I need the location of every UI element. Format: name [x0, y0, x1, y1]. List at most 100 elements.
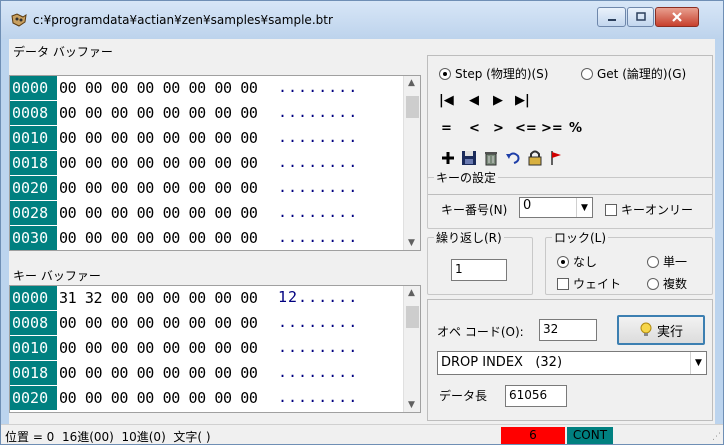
data-buffer-scrollbar[interactable]: ▲ ▼ [403, 76, 420, 250]
lock-none-radio[interactable]: なし [557, 253, 597, 270]
hex-row-address: 0028 [10, 201, 57, 225]
percent-button[interactable]: % [569, 121, 582, 136]
hex-row-ascii[interactable]: ........ [278, 101, 358, 123]
scroll-thumb[interactable] [406, 96, 419, 118]
get-radio[interactable]: Get (論理的)(G) [581, 65, 686, 82]
lock-single-radio[interactable]: 単一 [647, 253, 687, 270]
scroll-down-icon[interactable]: ▼ [408, 400, 415, 410]
undo-icon[interactable] [505, 150, 521, 166]
resize-grip-icon[interactable]: ⋰ [712, 432, 721, 442]
minimize-button[interactable] [597, 7, 626, 27]
hex-row-ascii[interactable]: ........ [278, 201, 358, 223]
equal-button[interactable]: = [441, 121, 452, 136]
hex-row-address: 0010 [10, 336, 57, 360]
hex-row[interactable]: 0000 31 32 00 00 00 00 00 00 12...... [10, 286, 420, 310]
insert-icon[interactable] [441, 151, 455, 165]
lock-wait-label: ウェイト [573, 277, 622, 291]
checkbox-icon [605, 203, 617, 216]
chevron-down-icon[interactable]: ▼ [576, 198, 592, 217]
hex-row[interactable]: 0008 00 00 00 00 00 00 00 00........ [10, 101, 420, 125]
scroll-up-icon[interactable]: ▲ [408, 78, 415, 88]
app-icon [11, 13, 27, 27]
hex-row-ascii[interactable]: ........ [278, 311, 358, 333]
hex-row-ascii[interactable]: ........ [278, 361, 358, 383]
previous-record-button[interactable]: ◀ [469, 93, 479, 108]
key-only-checkbox[interactable]: キーオンリー [605, 201, 693, 218]
scroll-down-icon[interactable]: ▼ [408, 238, 415, 248]
hex-row-ascii[interactable]: ........ [278, 151, 358, 173]
hex-row-ascii[interactable]: ........ [278, 226, 358, 248]
lightbulb-icon [640, 322, 652, 336]
hex-row-bytes[interactable]: 00 00 00 00 00 00 00 00 [59, 126, 258, 150]
hex-row-bytes[interactable]: 00 00 00 00 00 00 00 00 [59, 76, 258, 100]
hex-row-ascii[interactable]: 12...... [278, 286, 358, 308]
key-buffer-hex-view[interactable]: 0000 31 32 00 00 00 00 00 00 12...... 0008 0… [9, 285, 421, 413]
save-icon[interactable] [461, 150, 477, 166]
key-settings-title: キーの設定 [434, 169, 499, 186]
greater-button[interactable]: > [493, 121, 504, 136]
key-number-select[interactable]: 0 ▼ [519, 197, 593, 218]
hex-row[interactable]: 0020 00 00 00 00 00 00 00 00........ [10, 176, 420, 200]
repeat-count-input[interactable]: 1 [451, 259, 507, 281]
hex-row-bytes[interactable]: 00 00 00 00 00 00 00 00 [59, 386, 258, 410]
lock-icon[interactable] [527, 149, 543, 166]
hex-row-bytes[interactable]: 00 00 00 00 00 00 00 00 [59, 101, 258, 125]
hex-row-address: 0018 [10, 361, 57, 385]
hex-row-address: 0010 [10, 126, 57, 150]
less-equal-button[interactable]: <= [515, 121, 537, 136]
key-only-label: キーオンリー [621, 203, 694, 217]
key-number-value: 0 [523, 198, 532, 213]
hex-row-ascii[interactable]: ........ [278, 176, 358, 198]
last-record-button[interactable]: ▶| [515, 93, 530, 108]
hex-row-bytes[interactable]: 00 00 00 00 00 00 00 00 [59, 336, 258, 360]
delete-icon[interactable] [483, 150, 499, 166]
scroll-thumb[interactable] [406, 306, 419, 328]
hex-row-bytes[interactable]: 00 00 00 00 00 00 00 00 [59, 151, 258, 175]
hex-row-bytes[interactable]: 31 32 00 00 00 00 00 00 [59, 286, 258, 310]
hex-row-ascii[interactable]: ........ [278, 126, 358, 148]
operation-select[interactable]: DROP INDEX (32) ▼ [437, 351, 707, 375]
scroll-up-icon[interactable]: ▲ [408, 288, 415, 298]
hex-row[interactable]: 0008 00 00 00 00 00 00 00 00........ [10, 311, 420, 335]
radio-icon [647, 255, 659, 268]
op-code-label: オペ コード(O): [437, 325, 524, 339]
less-button[interactable]: < [469, 121, 480, 136]
maximize-icon [635, 12, 646, 21]
radio-icon [581, 67, 593, 80]
step-radio[interactable]: Step (物理的)(S) [439, 65, 548, 82]
flag-icon[interactable] [549, 150, 563, 166]
hex-row[interactable]: 0018 00 00 00 00 00 00 00 00........ [10, 361, 420, 385]
title-bar[interactable]: c:¥programdata¥actian¥zen¥samples¥sample… [1, 1, 723, 39]
radio-selected-icon [557, 255, 569, 268]
hex-row-ascii[interactable]: ........ [278, 386, 358, 408]
hex-row-bytes[interactable]: 00 00 00 00 00 00 00 00 [59, 311, 258, 335]
hex-row[interactable]: 0018 00 00 00 00 00 00 00 00........ [10, 151, 420, 175]
key-buffer-label: キー バッファー [13, 269, 101, 283]
greater-equal-button[interactable]: >= [541, 121, 563, 136]
hex-row[interactable]: 0030 00 00 00 00 00 00 00 00........ [10, 226, 420, 250]
hex-row[interactable]: 0000 00 00 00 00 00 00 00 00........ [10, 76, 420, 100]
hex-row-ascii[interactable]: ........ [278, 76, 358, 98]
data-length-input[interactable]: 61056 [505, 385, 567, 407]
hex-row-bytes[interactable]: 00 00 00 00 00 00 00 00 [59, 361, 258, 385]
next-record-button[interactable]: ▶ [493, 93, 503, 108]
op-code-input[interactable]: 32 [539, 319, 597, 341]
hex-row[interactable]: 0028 00 00 00 00 00 00 00 00........ [10, 201, 420, 225]
hex-row[interactable]: 0010 00 00 00 00 00 00 00 00........ [10, 336, 420, 360]
hex-row-address: 0030 [10, 226, 57, 250]
chevron-down-icon[interactable]: ▼ [690, 352, 706, 374]
lock-multiple-radio[interactable]: 複数 [647, 275, 687, 292]
key-buffer-scrollbar[interactable]: ▲ ▼ [403, 286, 420, 412]
first-record-button[interactable]: |◀ [439, 93, 454, 108]
close-button[interactable] [655, 7, 699, 27]
execute-button[interactable]: 実行 [617, 315, 705, 345]
hex-row-ascii[interactable]: ........ [278, 336, 358, 358]
lock-wait-checkbox[interactable]: ウェイト [557, 275, 621, 292]
hex-row[interactable]: 0020 00 00 00 00 00 00 00 00........ [10, 386, 420, 410]
hex-row-bytes[interactable]: 00 00 00 00 00 00 00 00 [59, 176, 258, 200]
maximize-button[interactable] [627, 7, 654, 27]
data-buffer-hex-view[interactable]: 0000 00 00 00 00 00 00 00 00........ 0008 0… [9, 75, 421, 251]
hex-row[interactable]: 0010 00 00 00 00 00 00 00 00........ [10, 126, 420, 150]
hex-row-bytes[interactable]: 00 00 00 00 00 00 00 00 [59, 226, 258, 250]
hex-row-bytes[interactable]: 00 00 00 00 00 00 00 00 [59, 201, 258, 225]
